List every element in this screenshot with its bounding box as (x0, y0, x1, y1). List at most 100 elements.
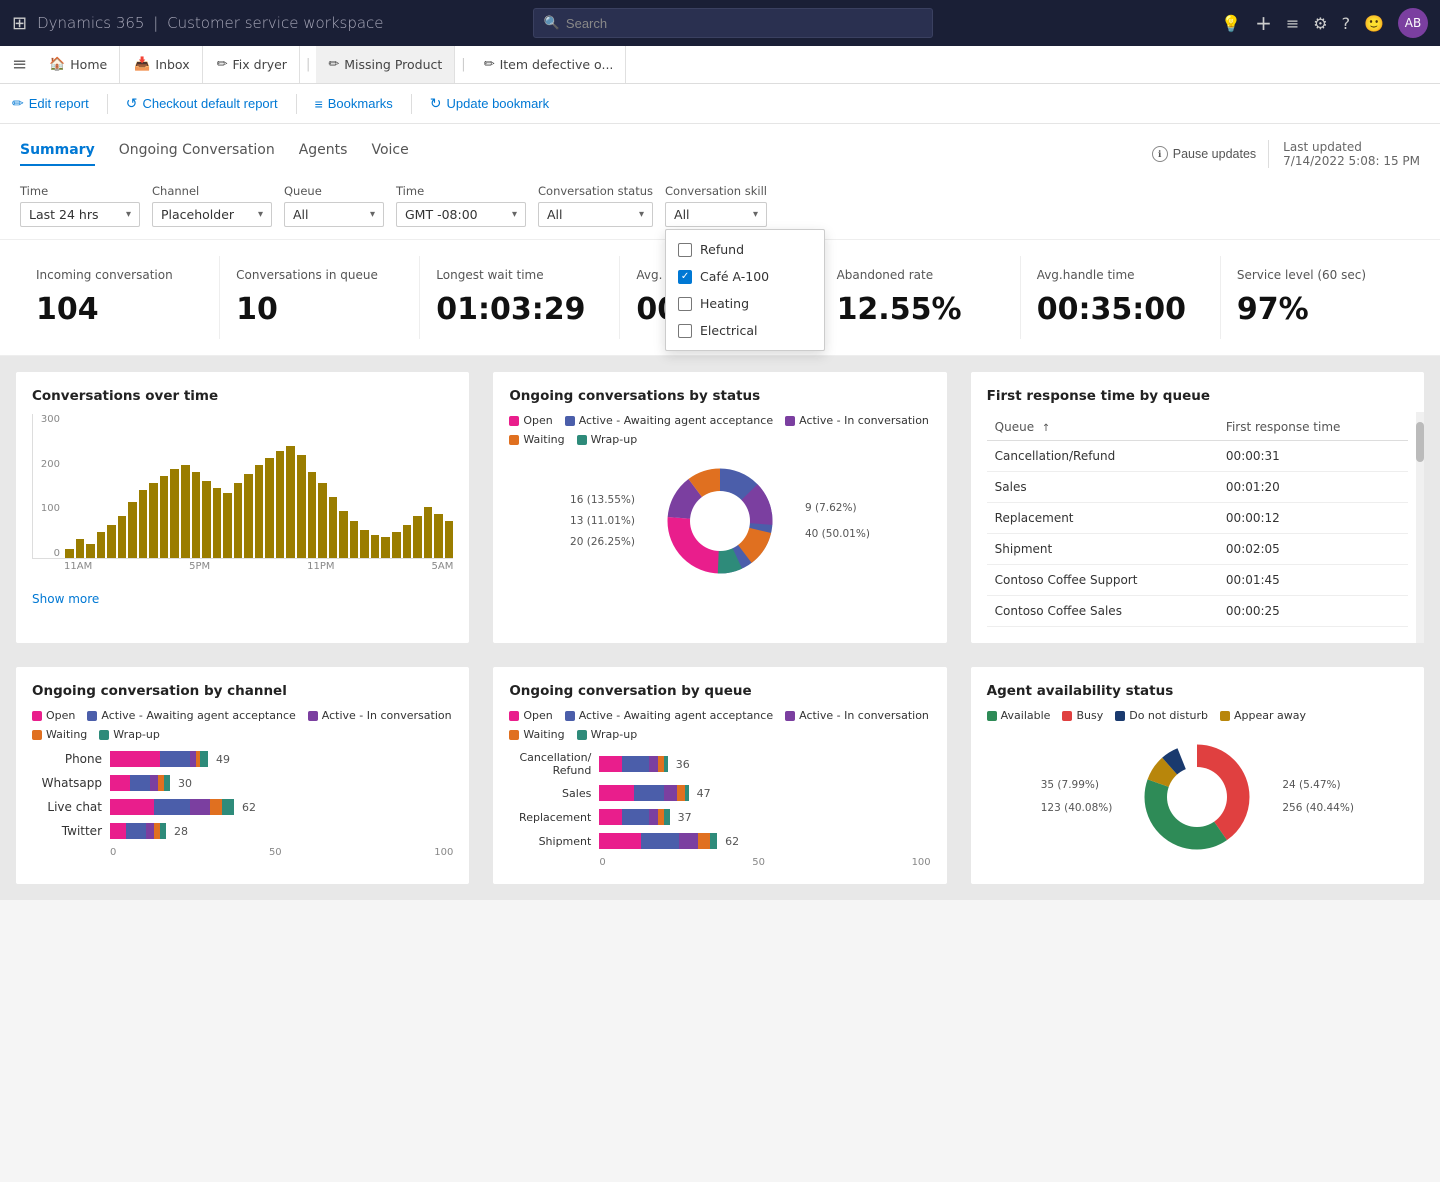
tab-separator-1: | (302, 57, 314, 72)
help-icon[interactable]: ? (1342, 14, 1351, 33)
queue-cell: Cancellation/Refund (987, 441, 1218, 472)
skill-option-cafe[interactable]: ✓ Café A-100 (666, 263, 824, 290)
app-launcher-icon[interactable]: ⊞ (12, 13, 27, 34)
bar (213, 488, 222, 558)
channel-legend-wrapup: Wrap-up (99, 728, 160, 741)
bar (265, 458, 274, 558)
skill-option-heating[interactable]: Heating (666, 290, 824, 317)
chevron-down-icon-4: ▾ (512, 209, 517, 220)
kpi-in-queue-title: Conversations in queue (236, 268, 403, 282)
checkbox-refund[interactable] (678, 243, 692, 257)
bar (318, 483, 327, 558)
agent-legend-busy: Busy (1062, 709, 1103, 722)
checkout-report-button[interactable]: ↺ Checkout default report (126, 95, 278, 112)
bookmarks-label: Bookmarks (328, 96, 393, 111)
scrollbar-thumb[interactable] (1416, 422, 1424, 462)
tab-fix-dryer[interactable]: ✏ Fix dryer (205, 46, 300, 83)
bar (170, 469, 179, 558)
filter-queue-select[interactable]: All ▾ (284, 202, 384, 227)
col-time-header[interactable]: First response time (1218, 414, 1408, 441)
add-icon[interactable]: + (1255, 11, 1272, 35)
filter-conv-status-select[interactable]: All ▾ (538, 202, 653, 227)
bar-total: 47 (697, 787, 711, 800)
tab-agents[interactable]: Agents (299, 142, 348, 166)
kpi-handle-time: Avg.handle time 00:35:00 (1021, 256, 1221, 339)
search-input[interactable] (566, 16, 922, 31)
tab-summary[interactable]: Summary (20, 142, 95, 166)
bookmark-icon: ≡ (315, 96, 323, 112)
bar (350, 521, 359, 558)
channel-legend-awaiting: Active - Awaiting agent acceptance (87, 709, 295, 722)
first-response-table-container[interactable]: Queue ↑ First response time Cancellation… (987, 414, 1408, 627)
h-bar-row: Cancellation/ Refund36 (509, 751, 930, 777)
filter-time-label: Time (20, 184, 140, 198)
pencil-icon: ✏ (12, 95, 24, 112)
table-row: Replacement00:00:12 (987, 503, 1408, 534)
checkbox-electrical[interactable] (678, 324, 692, 338)
feedback-icon[interactable]: 🙂 (1364, 14, 1384, 33)
bar (413, 516, 422, 558)
bar-segment (622, 809, 649, 825)
checkbox-cafe[interactable]: ✓ (678, 270, 692, 284)
tab-fix-dryer-label: Fix dryer (233, 57, 287, 72)
filter-channel-select[interactable]: Placeholder ▾ (152, 202, 272, 227)
lightbulb-icon[interactable]: 💡 (1221, 14, 1241, 33)
filter-queue-value: All (293, 207, 309, 222)
show-more-link[interactable]: Show more (32, 592, 99, 606)
bar-track (599, 785, 688, 801)
col-queue-header[interactable]: Queue ↑ (987, 414, 1218, 441)
kpi-in-queue: Conversations in queue 10 (220, 256, 420, 339)
bar-segment (634, 785, 664, 801)
kpi-service-level-title: Service level (60 sec) (1237, 268, 1404, 282)
tab-missing-product[interactable]: ✏ Missing Product (316, 46, 455, 83)
agent-donut-area: 35 (7.99%) 123 (40.08%) 24 (5.47%) 256 (… (987, 732, 1408, 862)
main-tabs: Summary Ongoing Conversation Agents Voic… (20, 140, 1420, 168)
scrollbar-track[interactable] (1416, 412, 1424, 643)
bar-segment (110, 775, 130, 791)
tab-missing-product-label: Missing Product (344, 57, 442, 72)
bar (297, 455, 306, 558)
channel-legend: Open Active - Awaiting agent acceptance … (32, 709, 453, 741)
settings-icon[interactable]: ⚙ (1313, 14, 1327, 33)
filter-conv-skill: Conversation skill All ▾ Refund ✓ Café A… (665, 184, 767, 227)
bar-segment (664, 785, 677, 801)
avatar[interactable]: AB (1398, 8, 1428, 38)
kpi-abandoned-title: Abandoned rate (837, 268, 1004, 282)
bar (192, 472, 201, 558)
ongoing-by-status-title: Ongoing conversations by status (509, 388, 930, 404)
channel-legend-open: Open (32, 709, 75, 722)
pause-updates-button[interactable]: ℹ Pause updates (1152, 146, 1256, 162)
filter-icon[interactable]: ≡ (1286, 14, 1299, 33)
filter-time2-label: Time (396, 184, 526, 198)
tab-bar-menu-icon[interactable]: ≡ (8, 50, 31, 79)
skill-dropdown: Refund ✓ Café A-100 Heating Electrical (665, 229, 825, 351)
bar-segment (599, 833, 641, 849)
filter-conv-skill-select[interactable]: All ▾ (665, 202, 767, 227)
tab-item-defective[interactable]: ✏ Item defective o... (472, 46, 627, 83)
toolbar-divider-2 (296, 94, 297, 114)
bar-segment (641, 833, 679, 849)
bookmarks-button[interactable]: ≡ Bookmarks (315, 96, 393, 112)
kpi-abandoned-value: 12.55% (837, 292, 1004, 327)
search-bar[interactable]: 🔍 (533, 8, 933, 38)
time-cell: 00:01:20 (1218, 472, 1408, 503)
checkbox-heating[interactable] (678, 297, 692, 311)
edit-report-button[interactable]: ✏ Edit report (12, 95, 89, 112)
filter-time-select[interactable]: Last 24 hrs ▾ (20, 202, 140, 227)
tab-voice[interactable]: Voice (371, 142, 408, 166)
tab-inbox[interactable]: 📥 Inbox (122, 46, 202, 83)
channel-h-bar-chart: Phone49Whatsapp30Live chat62Twitter28 (32, 751, 453, 839)
charts-row-2: Ongoing conversation by channel Open Act… (0, 659, 1440, 900)
tab-home[interactable]: 🏠 Home (37, 46, 120, 83)
skill-option-refund[interactable]: Refund (666, 236, 824, 263)
update-bookmark-button[interactable]: ↻ Update bookmark (430, 95, 549, 112)
tab-separator-2: | (457, 57, 469, 72)
skill-option-electrical[interactable]: Electrical (666, 317, 824, 344)
filter-channel-value: Placeholder (161, 207, 234, 222)
ongoing-by-channel-card: Ongoing conversation by channel Open Act… (16, 667, 469, 884)
edit-report-label: Edit report (29, 96, 89, 111)
tab-ongoing-conversation[interactable]: Ongoing Conversation (119, 142, 275, 166)
filter-time2-select[interactable]: GMT -08:00 ▾ (396, 202, 526, 227)
bar-segment (685, 785, 689, 801)
queue-cell: Contoso Coffee Support (987, 565, 1218, 596)
